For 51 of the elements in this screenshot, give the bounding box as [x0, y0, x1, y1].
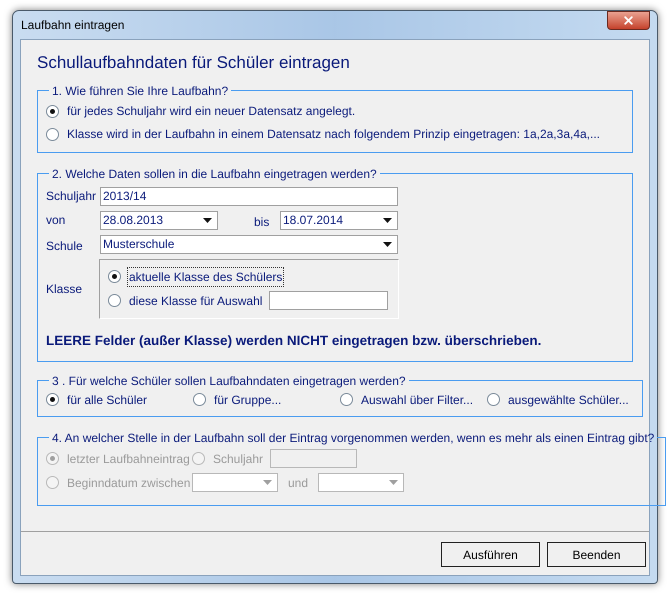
group-legend: 1. Wie führen Sie Ihre Laufbahn?	[49, 82, 232, 100]
dropdown-value: 18.07.2014	[282, 212, 344, 229]
field-label: von	[46, 212, 66, 229]
radio-label: Auswahl über Filter...	[360, 392, 474, 409]
dropdown[interactable]: 28.08.2013	[100, 210, 218, 230]
caret-icon	[383, 218, 392, 222]
window-title: Laufbahn eintragen	[20, 17, 124, 34]
radio-button[interactable]	[46, 104, 59, 118]
field-label: Klasse	[46, 280, 84, 298]
dropdown[interactable]: Musterschule	[100, 234, 398, 254]
close-icon	[622, 14, 635, 27]
radio-button[interactable]	[108, 294, 121, 307]
dropdown[interactable]	[318, 473, 404, 492]
dropdown[interactable]: 18.07.2014	[280, 210, 398, 230]
radio-button[interactable]	[108, 270, 121, 283]
input-field[interactable]: 2013/14	[100, 186, 398, 206]
warning-note: LEERE Felder (außer Klasse) werden NICHT eingetragen bzw. überschrieben.	[46, 332, 542, 350]
radio-label: diese Klasse für Auswahl	[128, 292, 264, 310]
radio-button[interactable]	[46, 128, 59, 140]
caret-icon	[383, 242, 392, 246]
close-button[interactable]	[607, 11, 650, 30]
dialog-button[interactable]: Ausführen	[441, 542, 540, 567]
field-label: bis	[254, 214, 270, 230]
radio-label: für jedes Schuljahr wird ein neuer Datensatz angelegt.	[66, 103, 356, 120]
field-label: und	[288, 474, 308, 492]
dropdown[interactable]	[192, 473, 278, 492]
radio-button[interactable]	[193, 393, 206, 406]
field-label: Schuljahr	[46, 188, 98, 205]
field-label: Schule	[46, 238, 84, 255]
radio-label: aktuelle Klasse des Schülers	[127, 266, 284, 286]
radio-label: Schuljahr	[212, 450, 264, 468]
radio-button[interactable]	[46, 393, 59, 406]
group-legend: 2. Welche Daten sollen in die Laufbahn eingetragen werden?	[49, 164, 380, 182]
radio-label: letzter Laufbahneintrag	[66, 450, 191, 468]
caret-icon	[389, 480, 398, 486]
dialog-heading: Schullaufbahndaten für Schüler eintragen	[37, 52, 351, 74]
radio-button[interactable]	[487, 393, 500, 406]
caret-icon	[203, 218, 212, 222]
dropdown-value: Musterschule	[102, 236, 176, 253]
group-legend: 3 . Für welche Schüler sollen Laufbahndaten eingetragen werden?	[49, 372, 409, 390]
group-legend: 4. An welcher Stelle in der Laufbahn soll der Eintrag vorgenommen werden, wenn es mehr als einen Eintrag gibt?	[49, 428, 658, 447]
radio-label: für Gruppe...	[213, 392, 282, 409]
input-field[interactable]	[269, 291, 388, 310]
dropdown-value: 28.08.2013	[102, 212, 164, 229]
radio-button[interactable]	[340, 393, 353, 406]
radio-label: Beginndatum zwischen	[66, 474, 192, 492]
radio-label: für alle Schüler	[66, 392, 148, 409]
radio-label: ausgewählte Schüler...	[507, 392, 630, 409]
dialog-button[interactable]: Beenden	[547, 542, 646, 567]
radio-label: Klasse wird in der Laufbahn in einem Datensatz nach folgendem Prinzip eingetragen: 1a,2a,3a,4a,...	[66, 126, 602, 143]
caret-icon	[263, 480, 272, 486]
